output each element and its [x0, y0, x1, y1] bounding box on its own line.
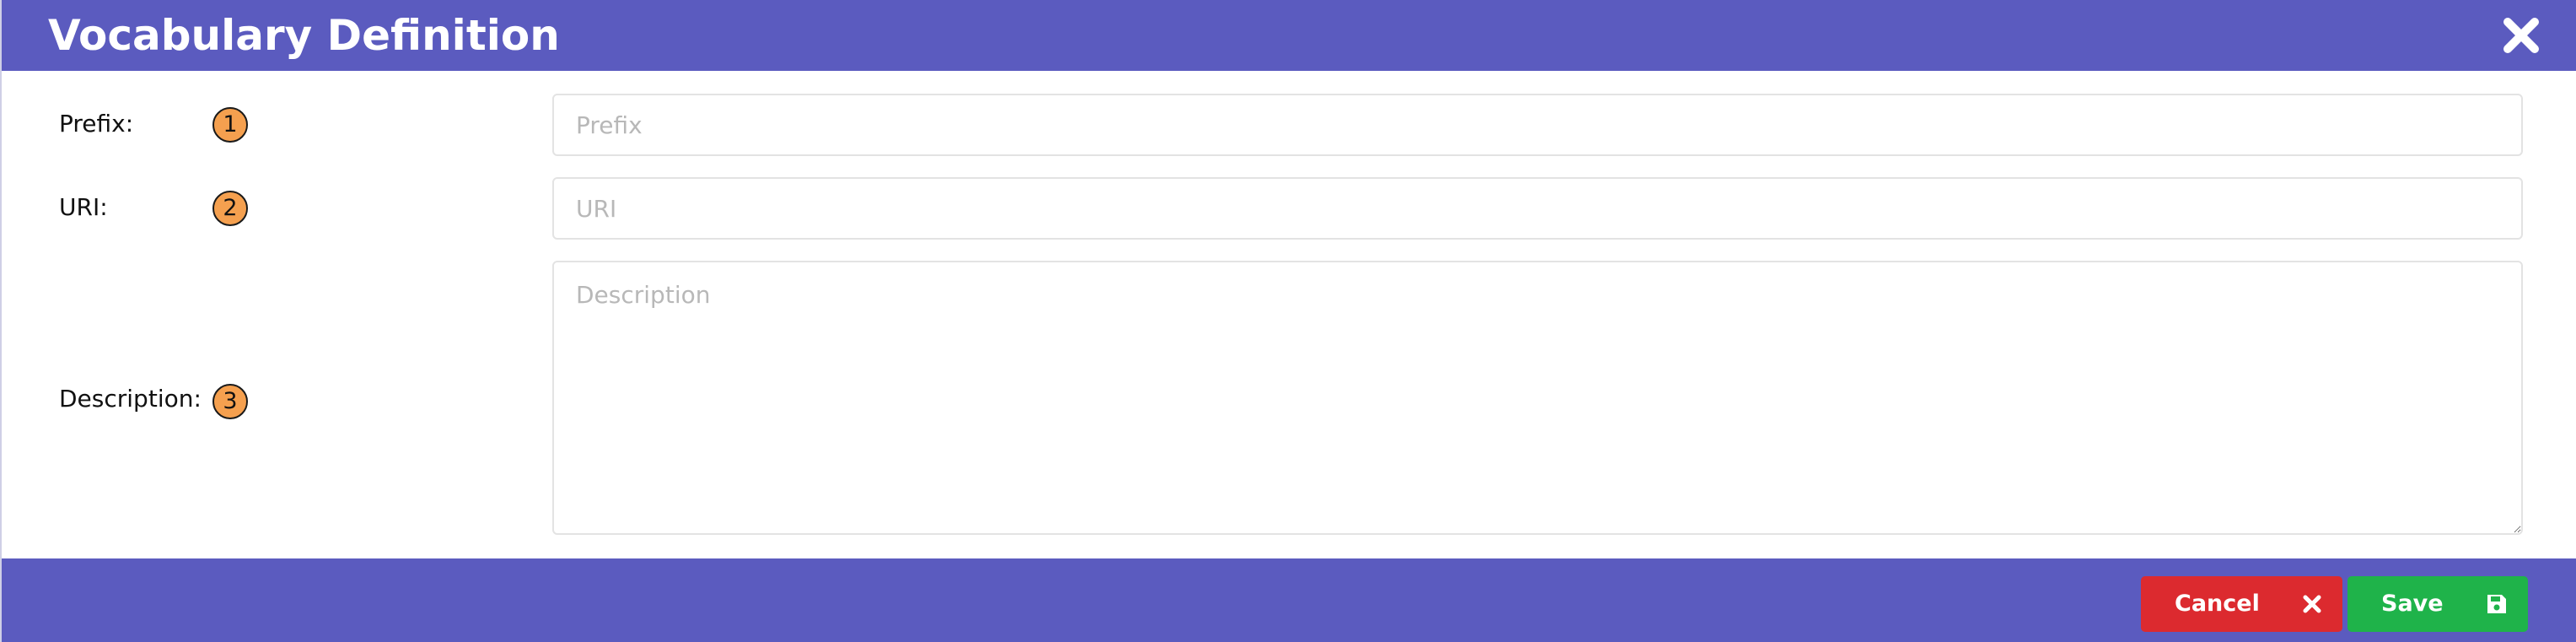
close-icon	[2503, 18, 2539, 53]
save-button[interactable]: Save	[2347, 576, 2528, 632]
dialog-header: Vocabulary Definition	[2, 0, 2576, 71]
dialog-title: Vocabulary Definition	[48, 11, 560, 60]
cancel-button-label: Cancel	[2175, 591, 2260, 617]
save-button-label: Save	[2381, 591, 2444, 617]
description-step-badge: 3	[212, 384, 248, 419]
cancel-button[interactable]: Cancel	[2141, 576, 2342, 632]
vocabulary-definition-dialog: Vocabulary Definition Prefix: 1 URI: 2 D…	[0, 0, 2576, 642]
floppy-disk-icon	[2487, 595, 2506, 613]
description-label: Description:	[59, 385, 202, 413]
description-textarea[interactable]	[552, 261, 2523, 535]
close-button[interactable]	[2500, 14, 2542, 57]
prefix-input[interactable]	[552, 94, 2523, 156]
uri-input[interactable]	[552, 177, 2523, 240]
dialog-footer: Cancel Save	[2, 558, 2576, 642]
prefix-label: Prefix:	[59, 110, 134, 138]
uri-label: URI:	[59, 193, 108, 221]
prefix-step-badge: 1	[212, 107, 248, 143]
times-icon	[2303, 595, 2321, 613]
uri-step-badge: 2	[212, 191, 248, 226]
